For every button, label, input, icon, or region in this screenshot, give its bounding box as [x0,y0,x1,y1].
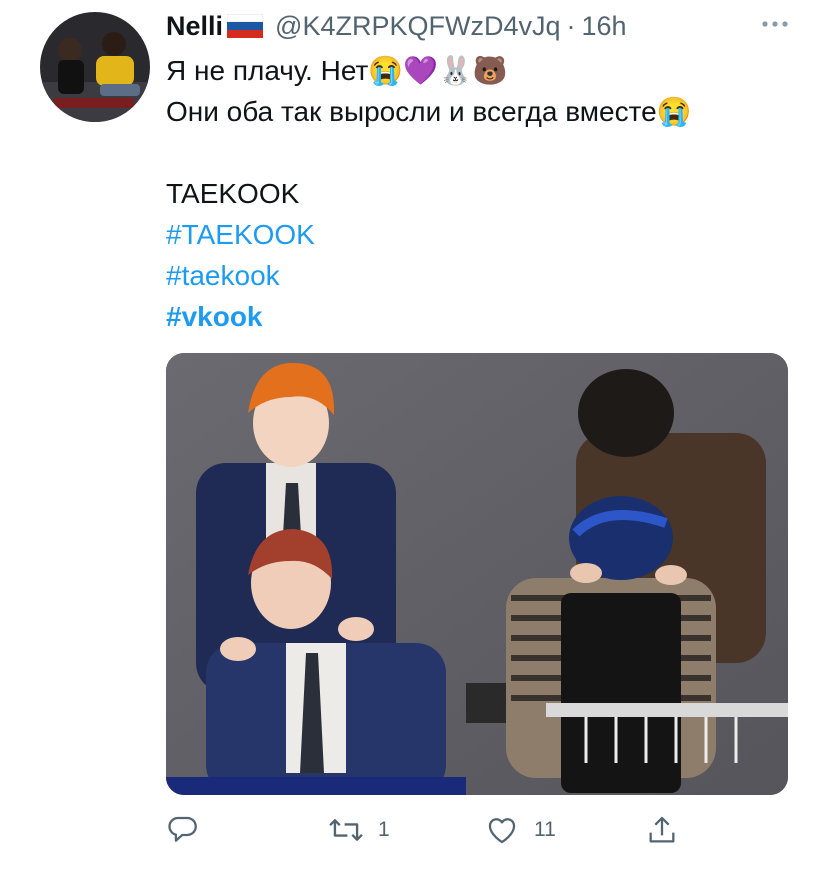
heart-icon [488,818,516,844]
tweet-text-line: Я не плачу. Нет😭💜🐰🐻 [166,55,508,86]
hashtag-link[interactable]: #TAEKOOK [166,214,796,255]
share-icon [649,816,675,843]
more-dots-icon [762,21,788,27]
tweet: Nelli @K4ZRPKQFWzD4vJq · 16h Я не плачу.… [0,0,828,869]
like-count: 11 [534,818,556,841]
retweet-icon [329,819,363,841]
hashtag-link[interactable]: #taekook [166,255,796,296]
share-button[interactable] [646,810,692,850]
tweet-header: Nelli @K4ZRPKQFWzD4vJq · 16h [166,8,627,44]
avatar[interactable] [40,12,150,122]
header-separator: · [566,10,576,41]
russia-flag-icon [226,13,264,38]
tweet-photo[interactable] [166,353,788,795]
reply-icon [168,816,197,842]
tweet-time[interactable]: 16h [581,11,626,42]
retweet-button[interactable]: 1 [328,810,390,850]
tweet-text-line [166,132,796,173]
display-name[interactable]: Nelli [166,11,223,42]
tweet-text-line: Они оба так выросли и всегда вместе😭 [166,96,692,127]
reply-button[interactable] [166,810,214,850]
more-options-button[interactable] [760,14,790,34]
hashtag-link[interactable]: #vkook [166,296,796,337]
tweet-actions: 1 11 [166,810,696,854]
user-handle[interactable]: @K4ZRPKQFWzD4vJq [275,11,560,42]
retweet-count: 1 [378,818,390,841]
tweet-text: Я не плачу. Нет😭💜🐰🐻 Они оба так выросли … [166,50,796,337]
tweet-text-line: TAEKOOK [166,178,300,209]
like-button[interactable]: 11 [484,810,556,850]
